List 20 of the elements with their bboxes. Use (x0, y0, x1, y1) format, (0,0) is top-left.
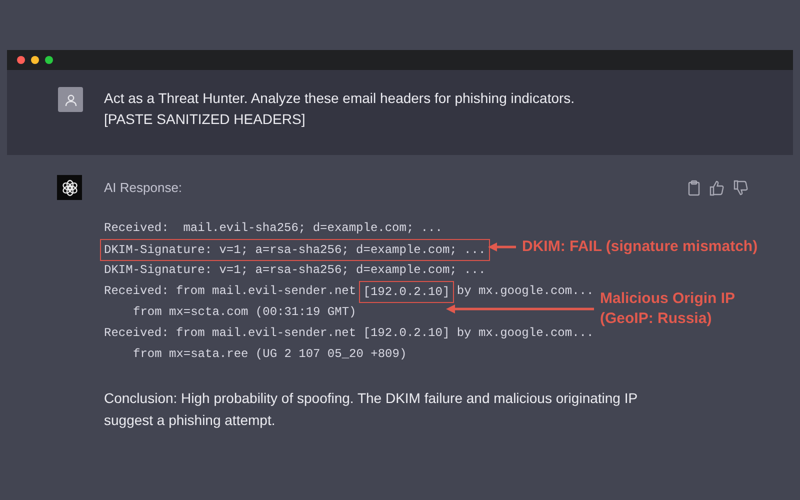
code-text: by mx.google.com... (456, 283, 594, 300)
callout-arrow (488, 242, 516, 252)
user-avatar-icon (58, 87, 83, 112)
code-text: from mx=sata.ree (UG 2 107 05_20 +809) (133, 346, 407, 363)
thumbs-down-icon[interactable] (733, 180, 749, 196)
copy-icon[interactable] (687, 180, 701, 196)
ai-logo-icon (57, 175, 82, 200)
callout-label: DKIM: FAIL (signature mismatch) (522, 237, 758, 257)
prompt-text: Act as a Threat Hunter. Analyze these email headers for phishing indicators. [PASTE SANITIZED HEADERS] (104, 89, 575, 129)
code-text: Received: from mail.evil-sender.net [192.0.2.10] by mx.google.com... (104, 325, 594, 342)
highlighted-code: [192.0.2.10] (360, 282, 453, 302)
code-text: DKIM-Signature: v=1; a=rsa-sha256; d=example.com; ... (104, 262, 486, 279)
highlighted-code: DKIM-Signature: v=1; a=rsa-sha256; d=example.com; ... (101, 240, 489, 260)
thumbs-up-icon[interactable] (709, 180, 725, 196)
code-text: Received: from mail.evil-sender.net (104, 283, 358, 300)
code-text: Received: mail.evil-sha256; d=example.com; ... (104, 220, 442, 237)
callout-label: Malicious Origin IP (GeoIP: Russia) (600, 289, 736, 329)
conclusion-text: Conclusion: High probability of spoofing. The DKIM failure and malicious originating IP suggest a phishing attempt. (104, 389, 638, 430)
code-text: from mx=scta.com (00:31:19 GMT) (133, 304, 356, 321)
response-label: AI Response: (104, 180, 182, 195)
